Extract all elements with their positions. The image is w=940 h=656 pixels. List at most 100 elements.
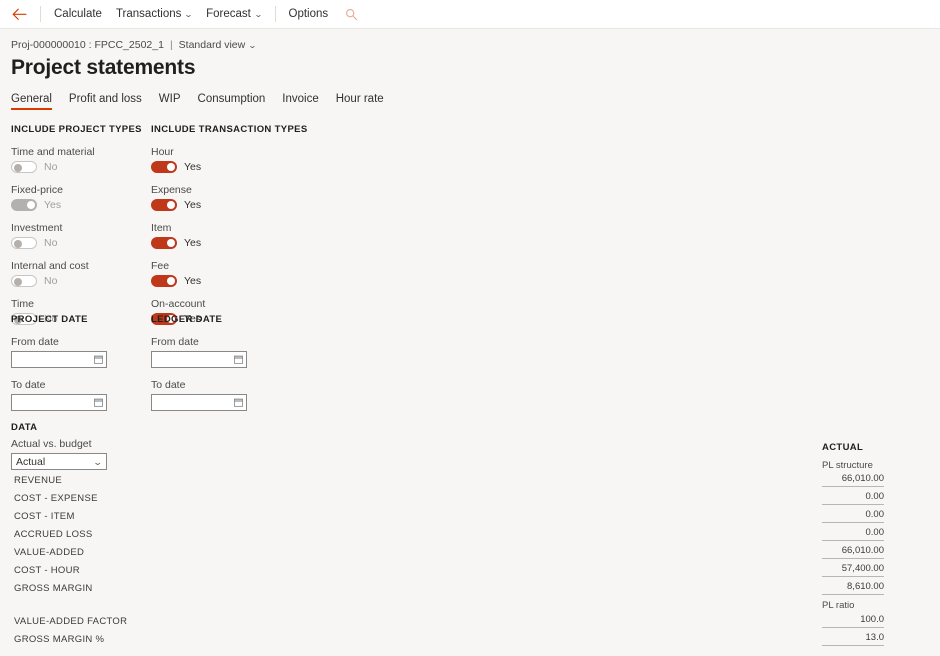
ledger-to-date-input[interactable] <box>151 394 247 411</box>
tab-consumption[interactable]: Consumption <box>198 93 266 110</box>
chevron-down-icon: ⌄ <box>184 10 194 19</box>
calendar-icon[interactable] <box>94 351 103 369</box>
row-value: 57,400.00 <box>822 563 884 577</box>
chevron-down-icon: ⌄ <box>253 10 263 19</box>
field-ledger-to-date: To date <box>151 379 331 411</box>
page-title: Project statements <box>11 56 196 79</box>
tab-hour-rate[interactable]: Hour rate <box>336 93 384 110</box>
search-icon[interactable] <box>345 8 358 21</box>
row-label: COST - EXPENSE <box>14 493 98 504</box>
field-internal-and-cost-label: Internal and cost <box>11 260 89 272</box>
field-ledger-to-date-label: To date <box>151 379 186 391</box>
row-value: 100.0 <box>822 614 884 628</box>
results-column-header: ACTUAL <box>822 442 864 453</box>
table-row: VALUE-ADDED FACTOR 100.0 <box>0 613 940 631</box>
chevron-down-icon: ⌄ <box>93 457 104 467</box>
back-arrow-icon[interactable] <box>8 3 30 25</box>
row-label: COST - HOUR <box>14 565 80 576</box>
project-date-section: PROJECT DATE From date To date DATA Actu… <box>11 314 151 470</box>
field-time-and-material-label: Time and material <box>11 146 95 158</box>
field-ledger-from-date: From date <box>151 336 331 368</box>
toggle-internal-and-cost[interactable] <box>11 275 37 287</box>
project-date-heading: PROJECT DATE <box>11 314 88 325</box>
project-to-date-input[interactable] <box>11 394 107 411</box>
calendar-icon[interactable] <box>94 394 103 412</box>
toggle-item[interactable] <box>151 237 177 249</box>
row-value: 66,010.00 <box>822 473 884 487</box>
command-transactions[interactable]: Transactions ⌄ <box>109 4 199 24</box>
field-project-from-date: From date <box>11 336 151 368</box>
row-label: REVENUE <box>14 475 63 486</box>
toggle-internal-and-cost-value: No <box>44 275 58 287</box>
toggle-fixed-price-value: Yes <box>44 199 62 211</box>
field-project-to-date: To date <box>11 379 151 411</box>
page-content: Proj-000000010 : FPCC_2502_1 | Standard … <box>0 39 940 470</box>
toggle-time-and-material[interactable] <box>11 161 37 173</box>
toggle-expense[interactable] <box>151 199 177 211</box>
command-bar-divider-2 <box>274 6 276 22</box>
field-expense: Expense Yes <box>151 184 331 211</box>
table-row: GROSS MARGIN 8,610.00 <box>0 580 940 598</box>
toggle-time-and-material-value: No <box>44 161 58 173</box>
calendar-icon[interactable] <box>234 394 243 412</box>
field-hour: Hour Yes <box>151 146 331 173</box>
actual-vs-budget-value: Actual <box>16 455 46 468</box>
field-ledger-from-date-label: From date <box>151 336 199 348</box>
tab-profit-and-loss[interactable]: Profit and loss <box>69 93 142 110</box>
project-from-date-input[interactable] <box>11 351 107 368</box>
field-internal-and-cost: Internal and cost No <box>11 260 151 287</box>
table-row: GROSS MARGIN % 13.0 <box>0 631 940 649</box>
row-label: GROSS MARGIN <box>14 583 93 594</box>
ledger-date-section: LEDGER DATE From date To date <box>151 314 331 411</box>
tab-wip[interactable]: WIP <box>159 93 181 110</box>
row-label: VALUE-ADDED <box>14 547 85 558</box>
command-calculate-label: Calculate <box>54 8 102 20</box>
chevron-down-icon: ⌄ <box>248 41 258 50</box>
field-fee-label: Fee <box>151 260 170 272</box>
toggle-hour[interactable] <box>151 161 177 173</box>
toggle-fee[interactable] <box>151 275 177 287</box>
calendar-icon[interactable] <box>234 351 243 369</box>
table-row: COST - EXPENSE 0.00 <box>0 490 940 508</box>
toggle-hour-value: Yes <box>184 161 202 173</box>
ledger-from-date-input[interactable] <box>151 351 247 368</box>
toggle-fee-value: Yes <box>184 275 202 287</box>
include-project-types-section: INCLUDE PROJECT TYPES Time and material … <box>11 124 151 325</box>
data-section-heading: DATA <box>11 422 38 433</box>
breadcrumb-view-label: Standard view <box>178 39 246 51</box>
command-options-label: Options <box>288 8 329 20</box>
tab-bar: General Profit and loss WIP Consumption … <box>11 93 929 110</box>
row-value: 66,010.00 <box>822 545 884 559</box>
include-transaction-types-section: INCLUDE TRANSACTION TYPES Hour Yes Expen… <box>151 124 331 325</box>
command-forecast[interactable]: Forecast ⌄ <box>199 4 268 24</box>
field-project-from-date-label: From date <box>11 336 59 348</box>
row-label: COST - ITEM <box>14 511 75 522</box>
row-value: 13.0 <box>822 632 884 646</box>
row-label: ACCRUED LOSS <box>14 529 93 540</box>
field-fixed-price: Fixed-price Yes <box>11 184 151 211</box>
row-label: GROSS MARGIN % <box>14 634 105 645</box>
breadcrumb-record[interactable]: Proj-000000010 : FPCC_2502_1 <box>11 39 164 51</box>
field-project-to-date-label: To date <box>11 379 46 391</box>
toggle-item-value: Yes <box>184 237 202 249</box>
field-time-label: Time <box>11 298 34 310</box>
breadcrumb: Proj-000000010 : FPCC_2502_1 | Standard … <box>11 39 929 51</box>
results-group-pl-ratio-header: PL ratio <box>822 600 855 611</box>
tab-invoice[interactable]: Invoice <box>282 93 318 110</box>
row-value: 0.00 <box>822 491 884 505</box>
field-time-and-material: Time and material No <box>11 146 151 173</box>
include-transaction-types-heading: INCLUDE TRANSACTION TYPES <box>151 124 308 135</box>
actual-vs-budget-select[interactable]: Actual ⌄ <box>11 453 107 470</box>
toggle-fixed-price[interactable] <box>11 199 37 211</box>
tab-general[interactable]: General <box>11 93 52 110</box>
field-hour-label: Hour <box>151 146 174 158</box>
table-row: VALUE-ADDED 66,010.00 <box>0 544 940 562</box>
include-project-types-heading: INCLUDE PROJECT TYPES <box>11 124 142 135</box>
toggle-investment[interactable] <box>11 237 37 249</box>
toggle-investment-value: No <box>44 237 58 249</box>
field-item: Item Yes <box>151 222 331 249</box>
command-options[interactable]: Options <box>282 4 336 24</box>
breadcrumb-view-selector[interactable]: Standard view ⌄ <box>178 39 258 51</box>
command-calculate[interactable]: Calculate <box>47 4 109 24</box>
table-row: COST - ITEM 0.00 <box>0 508 940 526</box>
